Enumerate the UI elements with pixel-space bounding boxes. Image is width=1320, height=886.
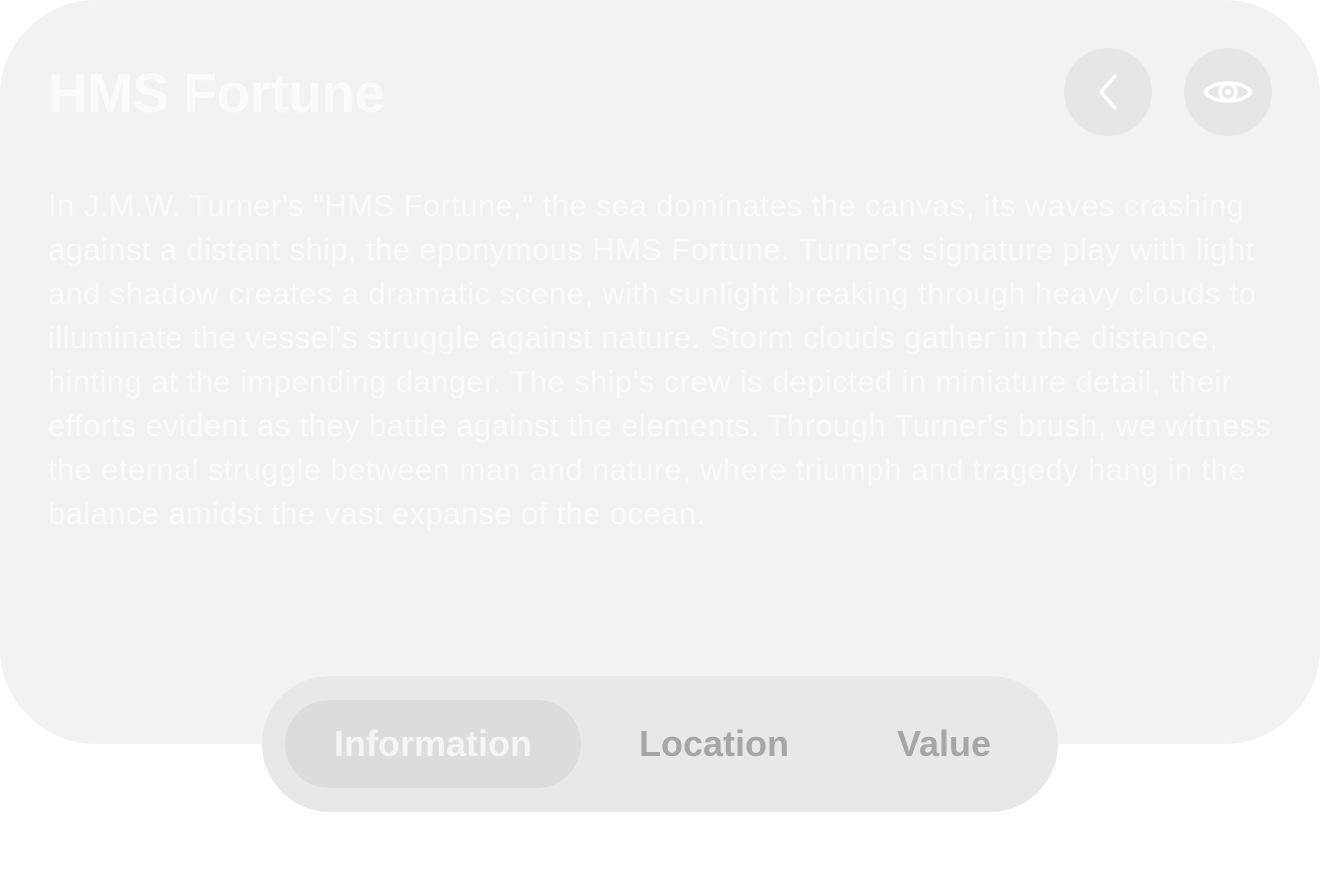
tab-bar: Information Location Value (262, 676, 1058, 812)
tab-information[interactable]: Information (285, 700, 581, 788)
chevron-left-icon (1099, 74, 1117, 110)
tab-location[interactable]: Location (614, 700, 814, 788)
eye-icon (1203, 81, 1253, 103)
artwork-description: In J.M.W. Turner's "HMS Fortune," the se… (48, 188, 1272, 531)
artwork-title: HMS Fortune (48, 62, 385, 124)
tab-value[interactable]: Value (862, 700, 1026, 788)
info-card: HMS Fortune In J.M.W. Turner's "HMS Fort… (0, 0, 1320, 744)
view-button[interactable] (1184, 48, 1272, 136)
back-button[interactable] (1064, 48, 1152, 136)
artwork-info-window: HMS Fortune In J.M.W. Turner's "HMS Fort… (0, 0, 1320, 886)
